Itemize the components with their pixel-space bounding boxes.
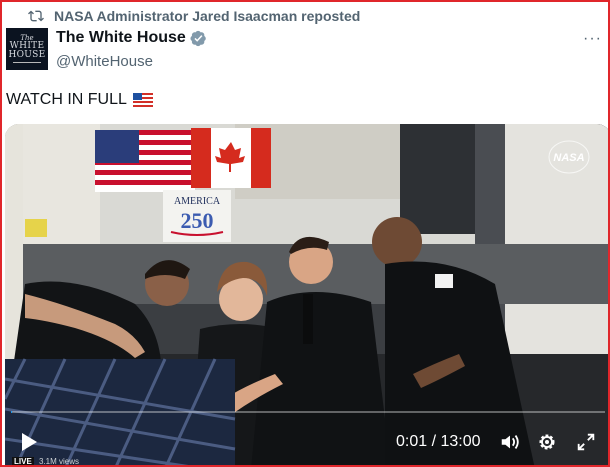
banner-line2: 250 xyxy=(181,208,214,233)
author-name-row[interactable]: The White House xyxy=(56,29,207,47)
us-flag-emoji-icon xyxy=(132,93,153,107)
author-handle[interactable]: @WhiteHouse xyxy=(56,53,153,70)
play-icon[interactable] xyxy=(19,432,39,452)
nasa-logo-text: NASA xyxy=(553,152,584,164)
repost-icon xyxy=(28,10,44,22)
canada-flag-banner xyxy=(191,128,271,188)
repost-text: NASA Administrator Jared Isaacman repost… xyxy=(54,8,361,24)
verified-badge-icon xyxy=(190,30,206,46)
video-player[interactable]: AMERICA 250 NASA LIVE 3.1M views 0:01 / … xyxy=(5,124,608,466)
video-frame: AMERICA 250 xyxy=(5,124,608,465)
banner-line1: AMERICA xyxy=(174,196,221,207)
video-progress-bar[interactable] xyxy=(11,411,605,413)
us-flag-banner xyxy=(95,130,195,192)
tweet-body: WATCH IN FULL xyxy=(6,91,127,108)
avatar-line: HOUSE xyxy=(8,50,46,60)
repost-context[interactable]: NASA Administrator Jared Isaacman repost… xyxy=(28,8,360,24)
settings-icon[interactable] xyxy=(536,431,558,453)
avatar-rule xyxy=(13,62,41,63)
nasa-logo-icon: NASA xyxy=(548,140,590,174)
video-progress-fill xyxy=(11,411,13,413)
view-count: 3.1M views xyxy=(39,457,80,466)
more-options-button[interactable]: ··· xyxy=(583,30,602,48)
tweet-text: WATCH IN FULL xyxy=(6,91,153,109)
volume-icon[interactable] xyxy=(499,431,521,453)
america-250-banner: AMERICA 250 xyxy=(163,190,231,242)
fullscreen-icon[interactable] xyxy=(575,431,597,453)
screenshot-frame: NASA Administrator Jared Isaacman repost… xyxy=(0,0,610,467)
author-name[interactable]: The White House xyxy=(56,29,186,47)
avatar[interactable]: The WHITE HOUSE xyxy=(6,28,48,70)
live-badge: LIVE xyxy=(12,457,34,466)
video-time: 0:01 / 13:00 xyxy=(396,433,481,450)
tweet-header: The WHITE HOUSE The White House @WhiteHo… xyxy=(6,28,604,74)
